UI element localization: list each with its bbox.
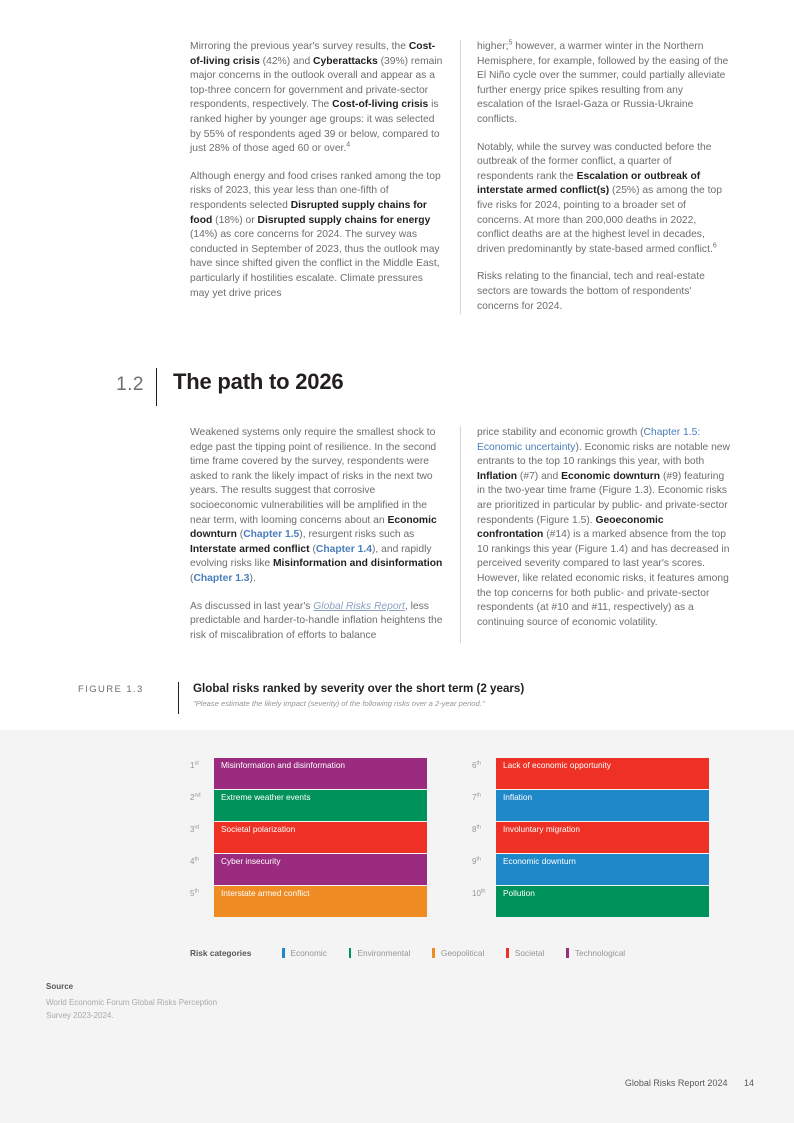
legend-item: Environmental — [348, 948, 411, 958]
figure-divider — [178, 682, 179, 714]
figure-subtitle: "Please estimate the likely impact (seve… — [193, 699, 485, 708]
paragraph: Although energy and food crises ranked a… — [190, 170, 441, 299]
source-note: Source World Economic Forum Global Risks… — [46, 980, 226, 1023]
page-number: 14 — [743, 1078, 754, 1088]
risk-bar-label: Misinformation and disinformation — [221, 760, 346, 770]
risk-bar-label: Societal polarization — [221, 824, 296, 834]
risk-bar-label: Inflation — [503, 792, 533, 802]
risk-bar: Societal polarization — [214, 822, 427, 854]
section-number: 1.2 — [116, 374, 144, 395]
page-title: The path to 2026 — [173, 369, 344, 394]
rank-label: 6th — [472, 760, 482, 770]
path-to-2026-text-block: Weakened systems only require the smalle… — [190, 426, 760, 644]
legend-label: Economic — [290, 948, 327, 958]
risk-bar: Economic downturn — [496, 854, 709, 886]
legend-item: Societal — [506, 948, 544, 958]
path-right-column: price stability and economic growth (Cha… — [460, 426, 730, 644]
paragraph: Mirroring the previous year's survey res… — [190, 41, 443, 155]
paragraph: Risks relating to the financial, tech an… — [477, 271, 705, 312]
chart-bar-row: 9th Economic downturn — [472, 854, 709, 886]
footer-report-title: Global Risks Report 2024 — [624, 1078, 728, 1088]
chart-bar-row: 2nd Extreme weather events — [190, 790, 427, 822]
legend-label: Societal — [514, 948, 545, 958]
paragraph: As discussed in last year's Global Risks… — [190, 600, 443, 641]
paragraph: Notably, while the survey was conducted … — [477, 141, 722, 255]
chart-bar-row: 6th Lack of economic opportunity — [472, 758, 709, 790]
intro-left-column: Mirroring the previous year's survey res… — [190, 40, 460, 314]
risk-bar-label: Involuntary migration — [503, 824, 581, 834]
risk-bar: Lack of economic opportunity — [496, 758, 709, 790]
rank-label: 10th — [472, 888, 486, 898]
chart-legend: Risk categories Economic Environmental Geo… — [190, 948, 647, 958]
risk-bar-label: Pollution — [503, 888, 535, 898]
paragraph: higher;5 however, a warmer winter in the… — [477, 39, 729, 125]
figure-caption: Global risks ranked by severity over the… — [193, 682, 718, 708]
chart-bar-row: 5th Interstate armed conflict — [190, 886, 427, 918]
section-heading: 1.2 The path to 2026 — [110, 368, 710, 406]
risk-bar: Involuntary migration — [496, 822, 709, 854]
rank-label: 8th — [472, 824, 482, 834]
paragraph: Weakened systems only require the smalle… — [190, 427, 443, 584]
legend-label: Environmental — [357, 948, 411, 958]
chart-bar-row: 8th Involuntary migration — [472, 822, 709, 854]
rank-label: 3rd — [190, 824, 200, 834]
legend-swatch — [566, 948, 569, 958]
legend-swatch — [348, 948, 352, 958]
risk-bar: Misinformation and disinformation — [214, 758, 427, 790]
risk-bar-label: Cyber insecurity — [221, 856, 281, 866]
chart-bar-row: 10th Pollution — [472, 886, 709, 918]
figure-title: Global risks ranked by severity over the… — [193, 682, 525, 695]
legend-label: Technological — [574, 948, 626, 958]
risk-bar-label: Interstate armed conflict — [221, 888, 310, 898]
risk-bar-label: Lack of economic opportunity — [503, 760, 611, 770]
source-text: World Economic Forum Global Risks Percep… — [46, 997, 218, 1021]
risk-bar: Extreme weather events — [214, 790, 427, 822]
rank-label: 7th — [472, 792, 482, 802]
chart-column-right: 6th Lack of economic opportunity 7th Inflat… — [472, 758, 709, 918]
figure-header: FIGURE 1.3 Global risks ranked by severi… — [78, 682, 718, 714]
chart-bar-row: 3rd Societal polarization — [190, 822, 427, 854]
rank-label: 1st — [190, 760, 199, 770]
source-label: Source — [46, 982, 74, 991]
intro-right-column: higher;5 however, a warmer winter in the… — [460, 39, 730, 315]
intro-text-block: Mirroring the previous year's survey res… — [190, 39, 760, 315]
figure-label: FIGURE 1.3 — [78, 684, 144, 695]
legend-item: Economic — [282, 948, 327, 958]
legend-swatch — [506, 948, 509, 958]
legend-title: Risk categories — [190, 948, 252, 958]
legend-swatch — [282, 948, 285, 958]
legend-item: Geopolitical — [432, 948, 484, 958]
chart-bar-row: 4th Cyber insecurity — [190, 854, 427, 886]
rank-label: 2nd — [190, 792, 201, 802]
legend-label: Geopolitical — [440, 948, 485, 958]
risk-bar-label: Extreme weather events — [221, 792, 311, 802]
path-left-column: Weakened systems only require the smalle… — [190, 426, 460, 643]
risk-bar: Interstate armed conflict — [214, 886, 427, 918]
risk-bar-label: Economic downturn — [503, 856, 576, 866]
page-footer: Global Risks Report 2024 14 — [625, 1078, 754, 1088]
legend-items: Economic Environmental Geopolitical Societa… — [282, 948, 647, 958]
risk-bar: Pollution — [496, 886, 709, 918]
legend-item: Technological — [566, 948, 625, 958]
risk-bar: Inflation — [496, 790, 709, 822]
global-risks-rank-chart: 1st Misinformation and disinformation 2nd E… — [190, 758, 710, 918]
rank-label: 5th — [190, 888, 200, 898]
chart-column-left: 1st Misinformation and disinformation 2nd E… — [190, 758, 427, 918]
paragraph: price stability and economic growth (Cha… — [477, 427, 730, 628]
chart-bar-row: 7th Inflation — [472, 790, 709, 822]
rank-label: 9th — [472, 856, 482, 866]
chart-bar-row: 1st Misinformation and disinformation — [190, 758, 427, 790]
legend-swatch — [432, 948, 435, 958]
risk-bar: Cyber insecurity — [214, 854, 427, 886]
rank-label: 4th — [190, 856, 200, 866]
